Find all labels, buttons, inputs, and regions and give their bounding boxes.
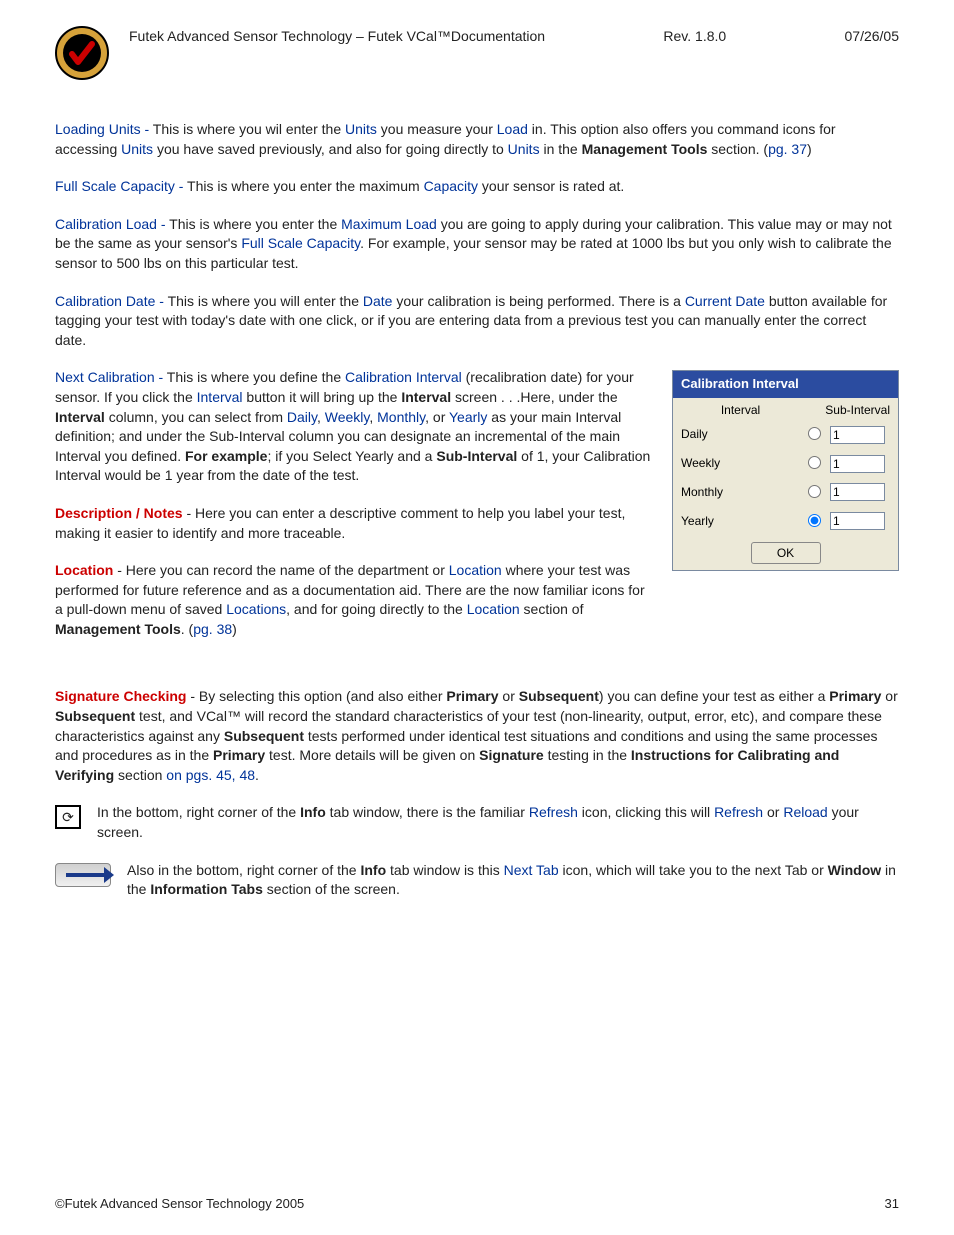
para-location: Location - Here you can record the name … bbox=[55, 561, 652, 639]
full-scale-link-2[interactable]: Full Scale Capacity bbox=[241, 235, 360, 251]
col-sub-header: Sub-Interval bbox=[800, 402, 890, 419]
window-bold: Window bbox=[828, 862, 882, 878]
on-pgs-link[interactable]: on pgs. 45, 48 bbox=[166, 767, 255, 783]
subsequent-bold-3: Subsequent bbox=[224, 728, 304, 744]
subsequent-bold: Subsequent bbox=[519, 688, 599, 704]
cal-load-link[interactable]: Calibration Load - bbox=[55, 216, 166, 232]
management-tools-bold-2: Management Tools bbox=[55, 621, 181, 637]
locations-link[interactable]: Locations bbox=[226, 601, 286, 617]
interval-bold-2: Interval bbox=[55, 409, 105, 425]
col-interval-header: Interval bbox=[681, 402, 800, 419]
row-yearly-label: Yearly bbox=[681, 513, 796, 530]
primary-bold: Primary bbox=[446, 688, 498, 704]
location-heading: Location bbox=[55, 562, 113, 578]
page-header: Futek Advanced Sensor Technology – Futek… bbox=[55, 20, 899, 80]
row-daily-label: Daily bbox=[681, 426, 796, 443]
para-signature: Signature Checking - By selecting this o… bbox=[55, 687, 899, 785]
loading-units-link[interactable]: Loading Units - bbox=[55, 121, 149, 137]
refresh-link-2[interactable]: Refresh bbox=[714, 804, 763, 820]
info-bold-2: Info bbox=[360, 862, 386, 878]
row-weekly-input[interactable] bbox=[830, 455, 885, 473]
primary-bold-3: Primary bbox=[213, 747, 265, 763]
for-example-bold: For example bbox=[185, 448, 267, 464]
yearly-link[interactable]: Yearly bbox=[449, 409, 487, 425]
header-date: 07/26/05 bbox=[845, 28, 900, 44]
footer-page-number: 31 bbox=[885, 1196, 899, 1211]
weekly-link[interactable]: Weekly bbox=[325, 409, 370, 425]
monthly-link[interactable]: Monthly bbox=[377, 409, 425, 425]
max-load-link[interactable]: Maximum Load bbox=[341, 216, 437, 232]
ok-button[interactable]: OK bbox=[751, 542, 821, 564]
interval-bold: Interval bbox=[401, 389, 451, 405]
location-link[interactable]: Location bbox=[449, 562, 502, 578]
pg37-link[interactable]: pg. 37 bbox=[768, 141, 807, 157]
daily-link[interactable]: Daily bbox=[287, 409, 317, 425]
refresh-link[interactable]: Refresh bbox=[529, 804, 578, 820]
calibration-interval-dialog: Calibration Interval Interval Sub-Interv… bbox=[672, 370, 899, 570]
row-monthly-radio[interactable] bbox=[808, 485, 821, 498]
signature-bold: Signature bbox=[479, 747, 544, 763]
signature-heading: Signature Checking bbox=[55, 688, 186, 704]
subsequent-bold-2: Subsequent bbox=[55, 708, 135, 724]
row-weekly-radio[interactable] bbox=[808, 456, 821, 469]
company-logo bbox=[55, 26, 109, 80]
para-refresh: ⟳ In the bottom, right corner of the Inf… bbox=[55, 803, 899, 842]
header-revision: Rev. 1.8.0 bbox=[663, 28, 726, 44]
header-title: Futek Advanced Sensor Technology – Futek… bbox=[129, 28, 545, 44]
sub-interval-bold: Sub-Interval bbox=[436, 448, 517, 464]
row-daily-input[interactable] bbox=[830, 426, 885, 444]
row-monthly-label: Monthly bbox=[681, 484, 796, 501]
units-link-2[interactable]: Units bbox=[121, 141, 153, 157]
para-cal-date: Calibration Date - This is where you wil… bbox=[55, 292, 899, 351]
next-tab-link[interactable]: Next Tab bbox=[504, 862, 559, 878]
para-loading-units: Loading Units - This is where you wil en… bbox=[55, 120, 899, 159]
cal-interval-link[interactable]: Calibration Interval bbox=[345, 369, 462, 385]
para-cal-load: Calibration Load - This is where you ent… bbox=[55, 215, 899, 274]
desc-notes-heading: Description / Notes bbox=[55, 505, 183, 521]
primary-bold-2: Primary bbox=[829, 688, 881, 704]
date-link[interactable]: Date bbox=[363, 293, 393, 309]
dialog-title: Calibration Interval bbox=[673, 371, 898, 397]
current-date-link[interactable]: Current Date bbox=[685, 293, 765, 309]
footer-copyright: ©Futek Advanced Sensor Technology 2005 bbox=[55, 1196, 304, 1211]
information-tabs-bold: Information Tabs bbox=[150, 881, 263, 897]
pg38-link[interactable]: pg. 38 bbox=[193, 621, 232, 637]
management-tools-bold: Management Tools bbox=[582, 141, 708, 157]
row-yearly-radio[interactable] bbox=[808, 514, 821, 527]
row-monthly-input[interactable] bbox=[830, 483, 885, 501]
next-cal-link[interactable]: Next Calibration - bbox=[55, 369, 163, 385]
para-next-tab: Also in the bottom, right corner of the … bbox=[55, 861, 899, 900]
para-next-cal: Next Calibration - This is where you def… bbox=[55, 368, 652, 486]
cal-date-link[interactable]: Calibration Date - bbox=[55, 293, 164, 309]
row-yearly-input[interactable] bbox=[830, 512, 885, 530]
load-link[interactable]: Load bbox=[497, 121, 528, 137]
full-scale-link[interactable]: Full Scale Capacity - bbox=[55, 178, 183, 194]
units-link-3[interactable]: Units bbox=[508, 141, 540, 157]
units-link[interactable]: Units bbox=[345, 121, 377, 137]
para-desc-notes: Description / Notes - Here you can enter… bbox=[55, 504, 652, 543]
row-daily-radio[interactable] bbox=[808, 427, 821, 440]
interval-link[interactable]: Interval bbox=[197, 389, 243, 405]
row-weekly-label: Weekly bbox=[681, 455, 796, 472]
page-footer: ©Futek Advanced Sensor Technology 2005 3… bbox=[55, 1196, 899, 1211]
refresh-icon: ⟳ bbox=[55, 805, 81, 829]
capacity-link[interactable]: Capacity bbox=[424, 178, 478, 194]
info-bold: Info bbox=[300, 804, 326, 820]
reload-link[interactable]: Reload bbox=[783, 804, 827, 820]
para-full-scale: Full Scale Capacity - This is where you … bbox=[55, 177, 899, 197]
next-tab-icon bbox=[55, 863, 111, 887]
location-link-2[interactable]: Location bbox=[467, 601, 520, 617]
